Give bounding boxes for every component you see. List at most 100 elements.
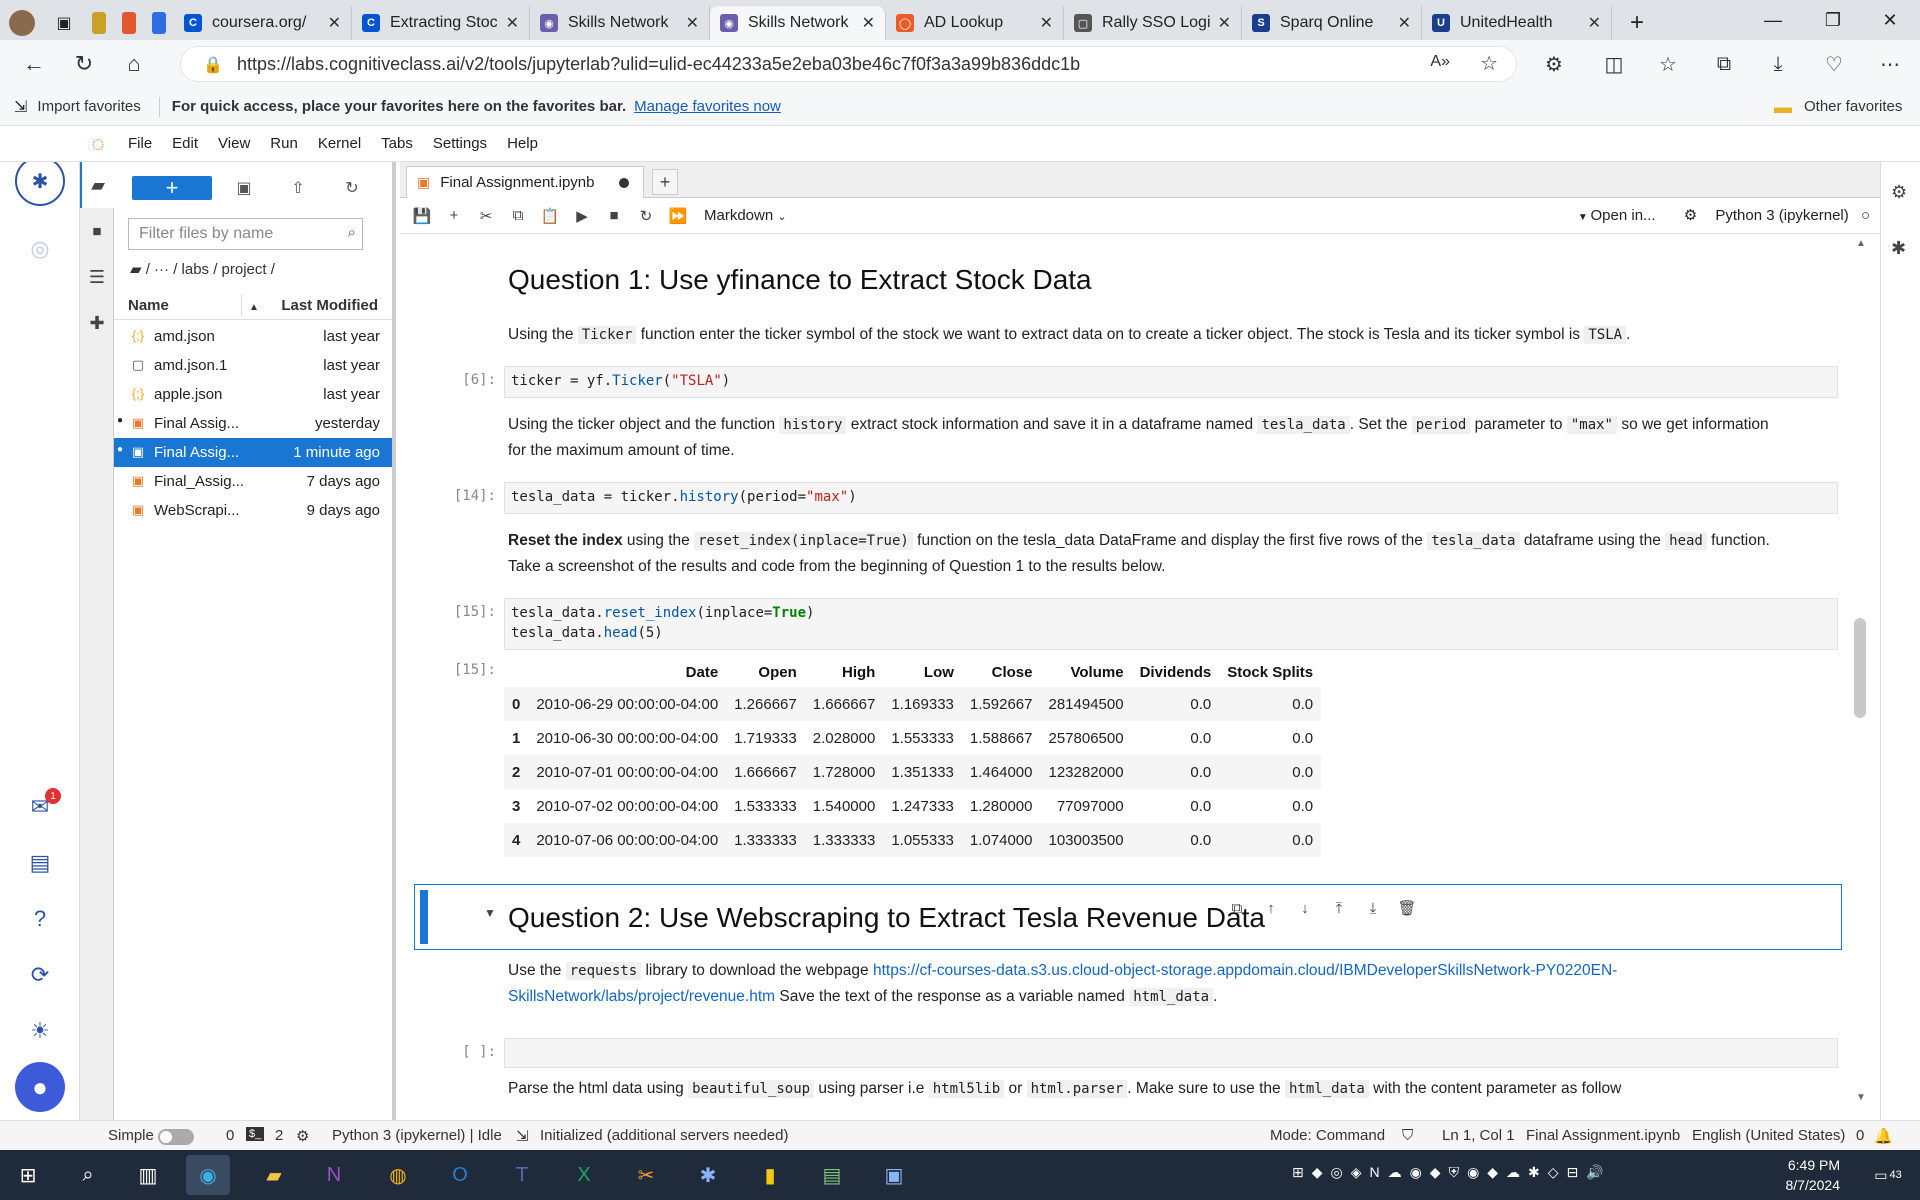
help-icon[interactable]: ? [15, 894, 65, 944]
snip-app-icon[interactable]: ✱ [686, 1155, 730, 1195]
cell-type-select[interactable]: Markdown ⌄ [704, 207, 787, 224]
document-icon[interactable]: ▤ [15, 838, 65, 888]
url-field[interactable]: 🔒 https://labs.cognitiveclass.ai/v2/tool… [180, 46, 1517, 82]
close-tab-icon[interactable]: ✕ [1588, 13, 1601, 33]
code-cell-ticker[interactable]: ticker = yf.Ticker("TSLA") [504, 366, 1838, 398]
open-in-dropdown[interactable]: ▼ Open in... [1578, 207, 1656, 224]
menu-kernel[interactable]: Kernel [308, 135, 371, 152]
onenote-icon[interactable]: N [312, 1155, 356, 1195]
gear-icon[interactable]: ⚙ [296, 1127, 309, 1145]
file-row[interactable]: ● ▣ Final Assig... 1 minute ago [114, 438, 392, 467]
copy-icon[interactable]: ⧉ [502, 201, 534, 231]
upload-icon[interactable]: ⇧ [280, 176, 316, 200]
close-tab-icon[interactable]: ✕ [506, 13, 519, 33]
file-row[interactable]: ▣ WebScrapi... 9 days ago [114, 496, 392, 525]
bell-icon[interactable]: 🔔 [1874, 1127, 1893, 1145]
insert-below-icon[interactable]: ⤓ [1360, 896, 1386, 920]
cut-icon[interactable]: ✂ [470, 201, 502, 231]
inbox-icon[interactable]: ✉ 1 [15, 782, 65, 832]
file-filter-input[interactable]: Filter files by name ⌕ [128, 218, 363, 250]
markdown-cell-q2-intro[interactable]: Use the requests library to download the… [508, 958, 1848, 1010]
notebook-tab[interactable]: ▣ Final Assignment.ipynb [406, 166, 644, 198]
code-cell-reset-index[interactable]: tesla_data.reset_index(inplace=True) tesl… [504, 598, 1838, 650]
start-icon[interactable]: ⊞ [6, 1155, 50, 1195]
user-avatar[interactable]: ● [15, 1062, 65, 1112]
vertical-scrollbar[interactable] [1854, 618, 1866, 718]
modified-column-header[interactable]: Last Modified [281, 297, 378, 314]
chart-app-icon[interactable]: ▤ [810, 1155, 854, 1195]
edge-icon[interactable]: ◉ [186, 1155, 230, 1195]
file-row[interactable]: ▣ Final_Assig... 7 days ago [114, 467, 392, 496]
downloads-icon[interactable]: ⤓ [1758, 44, 1798, 84]
close-tab-icon[interactable]: ✕ [1398, 13, 1411, 33]
task-view-icon[interactable]: ▥ [126, 1155, 170, 1195]
debugger-panel-icon[interactable]: ✱ [1891, 238, 1906, 259]
save-icon[interactable]: 💾 [406, 201, 438, 231]
file-row[interactable]: {;} amd.json last year [114, 322, 392, 351]
pinned-tab-3[interactable] [144, 6, 174, 40]
paste-icon[interactable]: 📋 [534, 201, 566, 231]
markdown-cell-q1-intro[interactable]: Using the Ticker function enter the tick… [508, 322, 1630, 348]
read-aloud-icon[interactable]: A» [1430, 53, 1450, 71]
name-column-header[interactable]: Name ▲ [128, 297, 259, 314]
browser-tab[interactable]: ◉ Skills Network ✕ [710, 6, 886, 40]
move-up-icon[interactable]: ↑ [1258, 896, 1284, 920]
search-icon[interactable]: ⌕ [66, 1155, 110, 1195]
menu-file[interactable]: File [118, 135, 162, 152]
insert-above-icon[interactable]: ⤒ [1326, 896, 1352, 920]
taskbar-clock[interactable]: 6:49 PM 8/7/2024 [1786, 1155, 1841, 1195]
cursor-position[interactable]: Ln 1, Col 1 [1442, 1127, 1515, 1144]
settings-more-icon[interactable]: ⋯ [1870, 44, 1910, 84]
insert-cell-icon[interactable]: + [438, 201, 470, 231]
collections-icon[interactable]: ⧉ [1704, 44, 1744, 84]
favorite-star-icon[interactable]: ☆ [1480, 51, 1498, 76]
teams-icon[interactable]: T [500, 1155, 544, 1195]
browser-tab[interactable]: C Extracting Stoc ✕ [352, 6, 530, 40]
scroll-up-icon[interactable]: ▲ [1856, 238, 1866, 249]
menu-run[interactable]: Run [260, 135, 308, 152]
sync-icon[interactable]: ⟳ [15, 950, 65, 1000]
delete-cell-icon[interactable]: 🗑 [1394, 896, 1420, 920]
new-folder-icon[interactable]: ▣ [226, 176, 262, 200]
browser-tab[interactable]: S Sparq Online ✕ [1242, 6, 1422, 40]
file-explorer-icon[interactable]: ▰ [252, 1155, 296, 1195]
menu-view[interactable]: View [208, 135, 260, 152]
split-screen-icon[interactable]: ◫ [1594, 44, 1634, 84]
other-favorites[interactable]: Other favorites [1804, 98, 1902, 115]
file-row[interactable]: ● ▣ Final Assig... yesterday [114, 409, 392, 438]
language-status[interactable]: English (United States) [1692, 1127, 1845, 1144]
ai-assistant-icon[interactable]: ◎ [15, 224, 65, 274]
running-kernels-icon[interactable]: ⏹ [80, 208, 114, 254]
chrome-icon[interactable]: ◍ [376, 1155, 420, 1195]
duplicate-cell-icon[interactable]: ⧉ [1224, 896, 1250, 920]
breadcrumb[interactable]: ▰ / ··· / labs / project / [130, 260, 275, 278]
notification-center-icon[interactable]: ▭ 43 [1866, 1155, 1910, 1195]
menu-settings[interactable]: Settings [423, 135, 497, 152]
kernel-status[interactable]: Python 3 (ipykernel) | Idle [332, 1127, 502, 1144]
revenue-url-link[interactable]: https://cf-courses-data.s3.us.cloud-obje… [873, 962, 1617, 979]
scroll-down-icon[interactable]: ▼ [1856, 1092, 1866, 1103]
favorites-icon[interactable]: ☆ [1648, 44, 1688, 84]
menu-help[interactable]: Help [497, 135, 548, 152]
pinned-tab-1[interactable] [84, 6, 114, 40]
run-all-icon[interactable]: ⏩ [662, 201, 694, 231]
collapse-chevron-icon[interactable]: ▼ [484, 906, 496, 920]
home-button[interactable]: ⌂ [114, 44, 154, 84]
skills-network-logo-icon[interactable]: ✱ [15, 156, 65, 206]
outlook-icon[interactable]: O [438, 1155, 482, 1195]
move-down-icon[interactable]: ↓ [1292, 896, 1318, 920]
stop-icon[interactable]: ■ [598, 201, 630, 231]
browser-tab[interactable]: ◉ Skills Network ✕ [530, 6, 710, 40]
theme-icon[interactable]: ☀ [15, 1006, 65, 1056]
restart-icon[interactable]: ↻ [630, 201, 662, 231]
close-tab-icon[interactable]: ✕ [686, 13, 699, 33]
powerbi-icon[interactable]: ▮ [748, 1155, 792, 1195]
snipping-tool-icon[interactable]: ✂ [624, 1155, 668, 1195]
close-window-button[interactable]: ✕ [1860, 0, 1920, 40]
import-favorites-link[interactable]: Import favorites [37, 98, 140, 115]
profile-avatar[interactable] [0, 6, 44, 40]
remote-desktop-icon[interactable]: ▣ [872, 1155, 916, 1195]
file-browser-icon[interactable]: ▰ [80, 162, 114, 208]
manage-favorites-link[interactable]: Manage favorites now [634, 98, 781, 115]
markdown-cell-history[interactable]: Using the ticker object and the function… [508, 412, 1838, 463]
